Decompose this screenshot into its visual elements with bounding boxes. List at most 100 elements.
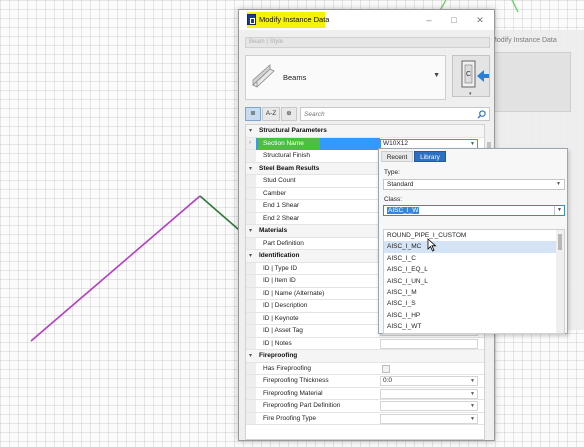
chevron-down-icon[interactable]: ▼: [470, 390, 475, 398]
chevron-down-icon[interactable]: ▼: [554, 206, 564, 215]
collapse-icon[interactable]: ▾: [249, 165, 252, 172]
dialog-title: Modify Instance Data: [259, 15, 330, 24]
row-gutter: [246, 400, 256, 412]
property-label: ID | Asset Tag: [263, 327, 303, 334]
row-gutter: [246, 412, 256, 424]
row-gutter: [246, 175, 256, 187]
property-row[interactable]: Fireproofing Thickness 0:0 ▼: [246, 375, 484, 388]
chevron-down-icon[interactable]: ▼: [470, 140, 475, 148]
maximize-icon[interactable]: □: [447, 13, 461, 27]
property-label: ID | Item ID: [263, 277, 296, 284]
minimize-icon[interactable]: –: [422, 13, 436, 27]
property-row[interactable]: Fireproofing Part Definition ▼: [246, 400, 484, 413]
type-label: Type:: [384, 169, 400, 176]
type-select[interactable]: Standard ▼: [383, 179, 565, 190]
dialog-titlebar[interactable]: Modify Instance Data – □ ✕: [239, 10, 494, 30]
property-label: ID | Name (Alternate): [263, 289, 325, 297]
class-list-item[interactable]: ROUND_PIPE_I_CUSTOM: [384, 230, 556, 242]
alphabetical-view-button[interactable]: A-Z: [262, 107, 280, 121]
row-gutter: [246, 362, 256, 374]
app-icon: [247, 14, 256, 25]
expand-icon[interactable]: ›: [249, 140, 251, 146]
chevron-down-icon[interactable]: ▼: [433, 72, 440, 79]
scrollbar-thumb[interactable]: [558, 234, 562, 250]
row-gutter: [246, 287, 256, 299]
filter-button[interactable]: ⊕: [281, 107, 297, 121]
property-label: Stud Count: [263, 177, 296, 184]
mouse-cursor-icon: [427, 238, 437, 252]
property-label: ID | Keynote: [263, 314, 299, 322]
class-list-item[interactable]: AISC_I_C: [384, 253, 556, 265]
property-label: Structural Parameters: [259, 127, 327, 134]
chevron-down-icon[interactable]: ▼: [470, 415, 475, 423]
row-gutter: [246, 212, 256, 224]
collapse-icon[interactable]: ▾: [249, 127, 252, 134]
fireproofing-checkbox[interactable]: [382, 364, 390, 373]
row-gutter: [246, 200, 256, 212]
class-select[interactable]: AISC_I_W ▼: [383, 205, 565, 216]
property-label: ID | Description: [263, 302, 308, 309]
category-row[interactable]: ▾ Structural Parameters: [246, 125, 484, 138]
property-value[interactable]: 0:0 ▼: [380, 376, 478, 386]
class-list-item[interactable]: AISC_I_S: [384, 298, 556, 310]
property-row[interactable]: ID | Notes: [246, 337, 484, 350]
row-gutter: [246, 300, 256, 312]
property-value[interactable]: ▼: [380, 388, 478, 399]
property-toolbar: ≣ A-Z ⊕: [245, 107, 490, 121]
property-row[interactable]: Has Fireproofing: [246, 362, 484, 375]
property-label: Structural Finish: [263, 152, 310, 159]
property-row[interactable]: Fire Proofing Type ▼: [246, 412, 484, 425]
row-gutter: [246, 325, 256, 337]
magenta-beam-line: [30, 195, 201, 342]
class-list-item[interactable]: AISC_I_HP: [384, 310, 556, 322]
search-box[interactable]: [300, 107, 490, 121]
collapse-icon[interactable]: ▾: [249, 227, 252, 234]
class-list-scrollbar[interactable]: [556, 230, 564, 333]
categorized-view-button[interactable]: ≣: [245, 107, 261, 121]
property-label: Camber: [263, 189, 287, 197]
class-list-item[interactable]: AISC_I_EQ_L: [384, 264, 556, 276]
class-list-item[interactable]: AISC_I_MC: [384, 241, 556, 254]
collapse-icon[interactable]: ▾: [249, 352, 252, 359]
property-label: Has Fireproofing: [263, 364, 312, 372]
class-list: ROUND_PIPE_I_CUSTOM AISC_I_MC AISC_I_C AISC…: [383, 229, 565, 334]
beam-style-field[interactable]: Beam | Style: [245, 37, 490, 48]
class-label: Class:: [384, 196, 403, 203]
row-gutter: [246, 262, 256, 274]
place-tool-icon: C ▾: [461, 60, 489, 97]
property-value[interactable]: ▼: [380, 401, 478, 411]
property-value[interactable]: W10X12 ▼: [380, 138, 478, 149]
chevron-down-icon[interactable]: ▼: [470, 402, 475, 410]
svg-text:C: C: [466, 71, 471, 78]
property-label: Materials: [259, 227, 288, 234]
beams-type-selector[interactable]: Beams ▼: [245, 55, 446, 100]
category-row[interactable]: ▾ Fireproofing: [246, 350, 484, 363]
property-label: Part Definition: [263, 239, 304, 247]
property-row[interactable]: Fireproofing Material ▼: [246, 387, 484, 400]
property-label: End 1 Shear: [263, 202, 300, 209]
property-value[interactable]: ▼: [380, 413, 478, 424]
row-gutter: [246, 387, 256, 399]
place-tool-button[interactable]: C ▾: [452, 55, 490, 97]
row-gutter: [246, 187, 256, 199]
class-list-item[interactable]: AISC_I_UN_L: [384, 276, 556, 288]
search-icon[interactable]: [477, 110, 486, 119]
property-label: Section Name: [263, 139, 304, 147]
row-gutter: [246, 237, 256, 249]
class-list-item[interactable]: AISC_I_WT: [384, 321, 556, 333]
property-label: ID | Notes: [263, 339, 292, 347]
tab-recent[interactable]: Recent: [381, 151, 413, 162]
collapse-icon[interactable]: ▾: [249, 252, 252, 259]
tab-library[interactable]: Library: [414, 151, 446, 162]
section-picker-popup: Recent Library Type: Standard ▼ Class: A…: [378, 148, 568, 334]
class-select-value: AISC_I_W: [387, 207, 420, 214]
property-value-text: W10X12: [383, 139, 408, 147]
property-label: Identification: [259, 252, 300, 259]
property-value[interactable]: [380, 338, 478, 349]
class-list-item[interactable]: AISC_I_M: [384, 287, 556, 299]
search-input[interactable]: [304, 109, 474, 119]
row-gutter: [246, 312, 256, 324]
chevron-down-icon[interactable]: ▼: [470, 377, 475, 385]
close-icon[interactable]: ✕: [473, 13, 487, 27]
beam-style-placeholder: Beam | Style: [249, 39, 283, 45]
